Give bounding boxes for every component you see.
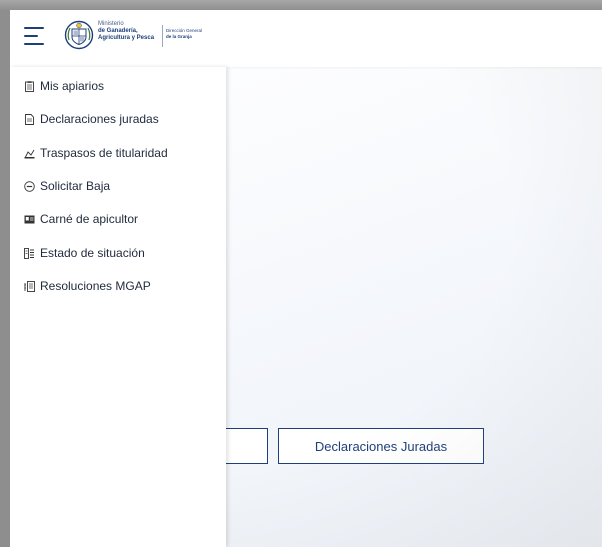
declaraciones-juradas-button[interactable]: Declaraciones Juradas	[278, 428, 484, 464]
sidebar-item-label: Estado de situación	[40, 246, 145, 260]
sidebar-item-label: Solicitar Baja	[40, 179, 111, 193]
document-icon	[23, 113, 35, 125]
transfer-icon	[23, 147, 35, 159]
sidebar-item-label: Carné de apicultor	[40, 212, 139, 226]
sidebar-item-solicitar-baja[interactable]: Solicitar Baja	[10, 171, 226, 201]
logo-divider	[162, 25, 163, 47]
sidebar-item-carne-apicultor[interactable]: Carné de apicultor	[10, 204, 226, 234]
sidebar-item-label: Mis apiarios	[40, 79, 105, 93]
sidebar-menu: Mis apiarios Declaraciones juradas Trasp…	[10, 67, 226, 547]
status-icon	[23, 247, 35, 259]
id-card-icon	[23, 213, 35, 225]
coat-of-arms-icon	[64, 20, 94, 50]
ministry-line-2: de Ganadería,	[98, 28, 138, 34]
resolutions-icon	[23, 280, 35, 292]
direccion-general-name: Dirección General de la Granja	[166, 28, 202, 40]
sidebar-item-estado-situacion[interactable]: Estado de situación	[10, 238, 226, 268]
ministry-line-1: Ministerio	[98, 21, 124, 27]
sidebar-item-traspasos[interactable]: Traspasos de titularidad	[10, 138, 226, 168]
ministry-name: Ministerio de Ganadería, Agricultura y P…	[98, 21, 154, 42]
dgg-line-2: de la Granja	[166, 34, 192, 39]
sidebar-item-declaraciones-juradas[interactable]: Declaraciones juradas	[10, 104, 226, 134]
sidebar-item-label: Traspasos de titularidad	[40, 146, 168, 160]
clipboard-icon	[23, 80, 35, 92]
app-window: nvenida Declaraciones Juradas r Minister…	[10, 10, 602, 547]
minus-circle-icon	[23, 180, 35, 192]
sidebar-item-label: Resoluciones MGAP	[40, 279, 151, 293]
sidebar-item-mis-apiarios[interactable]: Mis apiarios	[10, 71, 226, 101]
window-top-strip	[0, 0, 602, 10]
sidebar-item-label: Declaraciones juradas	[40, 112, 159, 126]
mgap-logo[interactable]: Ministerio de Ganadería, Agricultura y P…	[64, 19, 234, 55]
hamburger-icon[interactable]	[24, 27, 46, 45]
ministry-line-3: Agricultura y Pesca	[98, 35, 155, 41]
app-header: Ministerio de Ganadería, Agricultura y P…	[10, 10, 602, 67]
sidebar-item-resoluciones[interactable]: Resoluciones MGAP	[10, 271, 226, 301]
